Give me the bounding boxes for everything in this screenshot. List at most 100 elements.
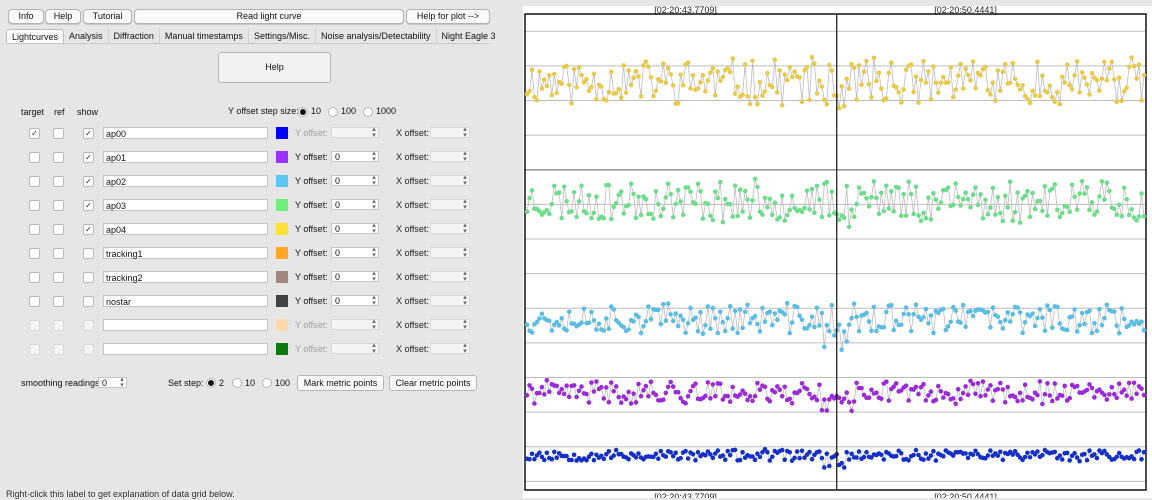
data-point-ap02[interactable] xyxy=(648,316,654,322)
spinner-arrows-icon[interactable]: ▴ ▾ xyxy=(462,150,468,163)
data-point-ap01[interactable] xyxy=(849,408,854,414)
data-point-ap01[interactable] xyxy=(524,393,530,398)
data-point-ap00[interactable] xyxy=(844,449,849,455)
data-point-ap04[interactable] xyxy=(705,78,711,83)
target-checkbox[interactable] xyxy=(29,344,40,355)
data-point-ap04[interactable] xyxy=(1104,77,1110,83)
data-point-ap04[interactable] xyxy=(604,98,609,103)
data-point-ap00[interactable] xyxy=(770,454,775,460)
data-point-ap03[interactable] xyxy=(1017,220,1023,225)
data-point-ap04[interactable] xyxy=(653,88,659,94)
data-point-ap02[interactable] xyxy=(708,326,713,332)
data-point-ap04[interactable] xyxy=(963,66,968,71)
data-point-ap00[interactable] xyxy=(544,450,550,456)
data-point-ap01[interactable] xyxy=(854,380,859,386)
data-point-ap03[interactable] xyxy=(658,213,664,219)
clear-metric-points-button[interactable]: Clear metric points xyxy=(389,375,477,391)
data-point-ap03[interactable] xyxy=(668,191,673,197)
data-point-ap03[interactable] xyxy=(685,185,691,190)
data-point-ap03[interactable] xyxy=(869,194,874,200)
data-point-ap01[interactable] xyxy=(683,401,688,406)
data-point-ap01[interactable] xyxy=(1002,400,1008,405)
data-point-ap04[interactable] xyxy=(854,97,859,102)
data-point-ap00[interactable] xyxy=(720,453,726,458)
data-point-ap04[interactable] xyxy=(911,89,916,95)
target-checkbox[interactable] xyxy=(29,320,40,331)
data-point-ap03[interactable] xyxy=(836,217,842,223)
data-point-ap02[interactable] xyxy=(638,330,644,336)
data-point-ap04[interactable] xyxy=(960,86,966,91)
data-point-ap03[interactable] xyxy=(1121,185,1127,191)
data-point-ap04[interactable] xyxy=(775,90,780,95)
show-checkbox[interactable]: ✓ xyxy=(83,224,94,235)
data-point-ap04[interactable] xyxy=(1109,59,1115,65)
data-point-ap03[interactable] xyxy=(995,194,1001,200)
data-point-ap02[interactable] xyxy=(832,333,837,338)
data-point-ap00[interactable] xyxy=(819,455,825,461)
tab-night-eagle-3[interactable]: Night Eagle 3 xyxy=(437,29,501,43)
data-point-ap00[interactable] xyxy=(656,456,661,462)
data-point-ap01[interactable] xyxy=(958,396,963,402)
data-point-ap00[interactable] xyxy=(856,449,862,454)
data-point-ap00[interactable] xyxy=(787,450,792,455)
data-point-ap02[interactable] xyxy=(594,327,599,332)
data-point-ap03[interactable] xyxy=(936,206,941,211)
data-point-ap04[interactable] xyxy=(529,67,535,72)
data-point-ap02[interactable] xyxy=(995,314,1001,320)
data-point-ap01[interactable] xyxy=(591,389,597,394)
data-point-ap00[interactable] xyxy=(703,453,708,458)
data-point-ap01[interactable] xyxy=(1131,380,1137,386)
data-point-ap03[interactable] xyxy=(829,189,835,194)
data-point-ap02[interactable] xyxy=(693,315,698,321)
data-point-ap03[interactable] xyxy=(643,196,649,202)
data-point-ap04[interactable] xyxy=(1067,82,1072,88)
data-point-ap01[interactable] xyxy=(1035,392,1040,398)
data-point-ap00[interactable] xyxy=(854,455,859,460)
data-point-ap04[interactable] xyxy=(1015,82,1020,87)
ref-checkbox[interactable] xyxy=(53,272,64,283)
data-point-ap01[interactable] xyxy=(874,390,879,396)
data-point-ap02[interactable] xyxy=(948,319,953,325)
data-point-ap00[interactable] xyxy=(879,452,884,458)
data-point-ap03[interactable] xyxy=(824,179,830,185)
data-point-ap01[interactable] xyxy=(750,398,755,404)
data-point-ap02[interactable] xyxy=(556,323,562,328)
data-point-ap01[interactable] xyxy=(970,381,976,387)
data-point-ap03[interactable] xyxy=(718,179,723,185)
data-point-ap01[interactable] xyxy=(641,387,646,393)
data-point-ap01[interactable] xyxy=(1052,381,1058,386)
data-point-ap03[interactable] xyxy=(715,195,721,201)
data-point-ap03[interactable] xyxy=(782,218,787,223)
data-point-ap03[interactable] xyxy=(631,191,636,197)
data-point-ap03[interactable] xyxy=(708,213,713,219)
data-point-ap04[interactable] xyxy=(918,77,924,83)
data-point-ap00[interactable] xyxy=(1035,449,1040,454)
data-point-ap02[interactable] xyxy=(1030,311,1035,316)
data-point-ap04[interactable] xyxy=(651,93,656,99)
data-point-ap00[interactable] xyxy=(542,457,547,463)
data-point-ap03[interactable] xyxy=(965,197,971,202)
data-point-ap04[interactable] xyxy=(663,80,669,85)
data-point-ap04[interactable] xyxy=(968,78,973,83)
data-point-ap00[interactable] xyxy=(846,457,852,462)
data-point-ap02[interactable] xyxy=(680,317,686,323)
show-checkbox[interactable]: ✓ xyxy=(83,200,94,211)
data-point-ap01[interactable] xyxy=(703,393,708,399)
data-point-ap02[interactable] xyxy=(809,314,815,320)
data-point-ap04[interactable] xyxy=(638,94,644,99)
data-point-ap03[interactable] xyxy=(564,199,569,204)
data-point-ap03[interactable] xyxy=(680,212,686,217)
data-point-ap03[interactable] xyxy=(693,201,698,207)
spinner-arrows-icon[interactable]: ▴ ▾ xyxy=(462,246,468,259)
data-point-ap03[interactable] xyxy=(906,179,911,184)
data-point-ap03[interactable] xyxy=(1005,205,1010,210)
data-point-ap03[interactable] xyxy=(817,197,822,202)
data-point-ap02[interactable] xyxy=(665,301,671,306)
data-point-ap01[interactable] xyxy=(975,381,981,386)
data-point-ap03[interactable] xyxy=(1002,193,1008,198)
data-point-ap00[interactable] xyxy=(685,456,691,461)
data-point-ap01[interactable] xyxy=(643,383,649,389)
data-point-ap03[interactable] xyxy=(889,189,894,194)
data-point-ap01[interactable] xyxy=(529,386,535,392)
data-point-ap03[interactable] xyxy=(556,190,562,195)
